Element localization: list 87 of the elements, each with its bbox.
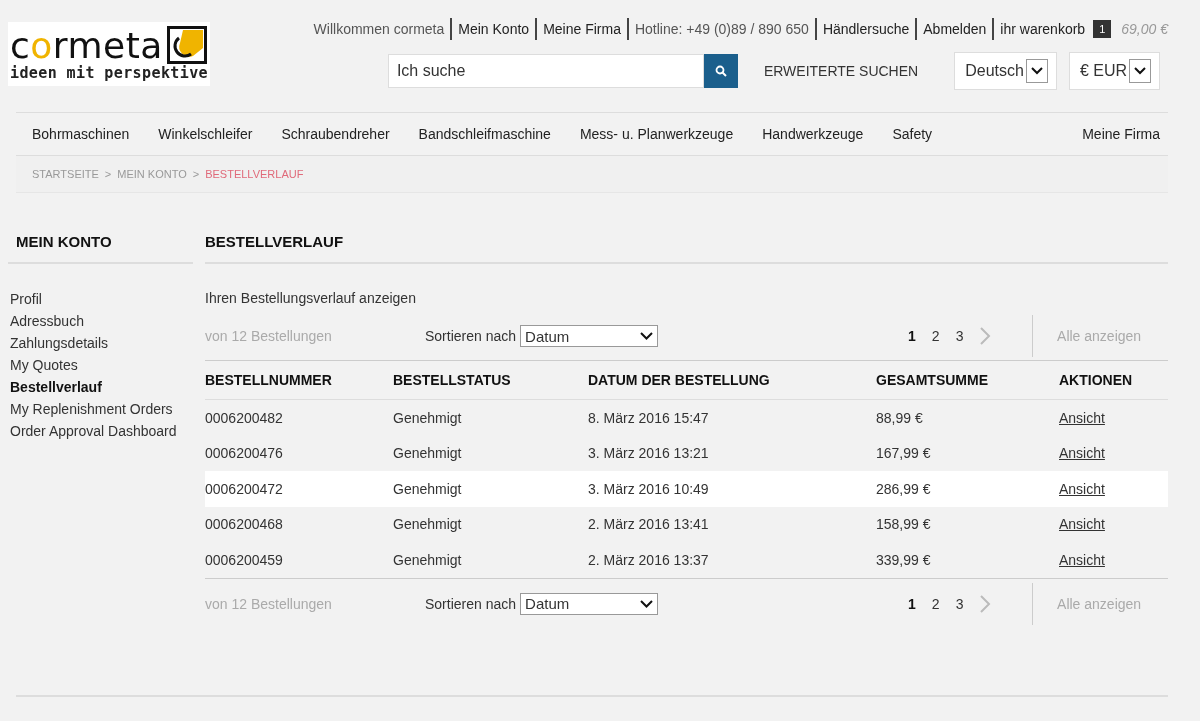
sidebar-item[interactable]: Order Approval Dashboard (10, 420, 193, 442)
table-cell-text: 0006200476 (205, 445, 284, 462)
sidebar-title: MEIN KONTO (8, 225, 193, 264)
category-nav-item[interactable]: Bohrmaschinen (32, 126, 130, 142)
sidebar-item[interactable]: My Quotes (10, 354, 193, 376)
page-link[interactable]: 1 (908, 595, 916, 612)
page-title: BESTELLVERLAUF (205, 225, 1168, 264)
page-link[interactable]: 3 (955, 595, 964, 612)
page-link[interactable]: 1 (908, 328, 916, 344)
chevron-down-icon (1030, 67, 1043, 75)
language-select[interactable]: Deutsch (954, 52, 1057, 90)
header-link[interactable]: Mein Konto (452, 18, 538, 40)
next-page-icon[interactable] (979, 593, 992, 614)
table-cell-text: 3. März 2016 10:49 (588, 480, 710, 497)
category-nav-item[interactable]: Winkelschleifer (158, 126, 253, 142)
header-link[interactable]: Händlersuche (816, 18, 918, 40)
category-nav-item[interactable]: Meine Firma (1082, 126, 1160, 142)
sort-label: Sortieren nach (425, 328, 517, 344)
sidebar-item[interactable]: My Replenishment Orders (10, 398, 193, 420)
category-nav-item[interactable]: Handwerkzeuge (762, 126, 864, 142)
column-header: AKTIONEN (1059, 372, 1134, 388)
table-cell-text: Genehmigt (393, 445, 463, 462)
table-cell-text: Genehmigt (393, 409, 463, 426)
column-header: DATUM DER BESTELLUNG (588, 372, 771, 388)
table-cell-text: 286,99 € (876, 480, 932, 497)
page-link[interactable]: 2 (931, 328, 940, 344)
advanced-search-link[interactable]: ERWEITERTE SUCHEN (763, 63, 919, 79)
category-nav-item[interactable]: Schraubendreher (281, 126, 390, 142)
sort-select[interactable]: Datum (520, 592, 659, 615)
table-cell-text: Genehmigt (393, 480, 463, 497)
logo-tagline: ideen mit perspektive (10, 64, 209, 82)
header-link[interactable]: Meine Firma (537, 18, 629, 40)
view-order-link[interactable]: Ansicht (1059, 409, 1105, 426)
sidebar-item[interactable]: Bestellverlauf (10, 376, 193, 398)
search-field[interactable]: Ich suche (387, 54, 704, 88)
page-link[interactable]: 3 (955, 328, 964, 344)
view-order-link[interactable]: Ansicht (1059, 551, 1105, 568)
category-nav-item[interactable]: Safety (892, 126, 933, 142)
search-icon (714, 65, 727, 77)
sidebar-item[interactable]: Adressbuch (10, 310, 193, 332)
header-link[interactable]: Abmelden (917, 18, 995, 40)
table-cell-text: 0006200468 (205, 516, 284, 533)
chevron-down-icon (640, 599, 654, 608)
sort-select[interactable]: Datum (520, 325, 659, 347)
table-cell-text: Genehmigt (393, 551, 463, 568)
table-cell-text: 339,99 € (876, 551, 932, 568)
column-header: BESTELLSTATUS (393, 372, 512, 388)
table-cell-text: 3. März 2016 13:21 (588, 445, 710, 462)
table-cell-text: 88,99 € (876, 409, 924, 426)
view-order-link[interactable]: Ansicht (1059, 445, 1105, 462)
cart-total: 69,00 € (1121, 21, 1168, 37)
table-cell-text: 2. März 2016 13:37 (588, 551, 710, 568)
intro-text: Ihren Bestellungsverlauf anzeigen (205, 290, 417, 306)
sort-label: Sortieren nach (425, 595, 517, 612)
next-page-icon[interactable] (979, 326, 992, 346)
page-link[interactable]: 2 (931, 595, 940, 612)
view-order-link[interactable]: Ansicht (1059, 516, 1105, 533)
column-header: BESTELLNUMMER (205, 372, 333, 388)
chevron-down-icon (640, 332, 654, 340)
table-cell-text: 158,99 € (876, 516, 932, 533)
category-nav-item[interactable]: Bandschleifmaschine (418, 126, 551, 142)
order-count: von 12 Bestellungen (205, 595, 333, 612)
column-header: GESAMTSUMME (876, 372, 989, 388)
table-cell-text: 167,99 € (876, 445, 932, 462)
header-link[interactable]: Hotline: +49 (0)89 / 890 650 (628, 18, 817, 40)
cart-count-badge: 1 (1093, 20, 1112, 38)
chevron-down-icon (1134, 67, 1146, 75)
logo-wordmark: cormeta (10, 28, 163, 64)
table-cell-text: 8. März 2016 15:47 (588, 409, 710, 426)
table-cell-text: 0006200459 (205, 551, 284, 568)
table-cell-text: Genehmigt (393, 516, 463, 533)
breadcrumb-separator: > (104, 168, 112, 180)
company-logo[interactable]: cormeta ideen mit perspektive (8, 22, 211, 86)
currency-select[interactable]: € EUR (1068, 52, 1160, 90)
sidebar-item[interactable]: Profil (10, 288, 193, 310)
table-cell-text: 0006200482 (205, 409, 284, 426)
cart-link[interactable]: ihr warenkorb (994, 18, 1092, 40)
header-link[interactable]: Willkommen cormeta (307, 18, 453, 40)
sidebar-item[interactable]: Zahlungsdetails (10, 332, 193, 354)
view-order-link[interactable]: Ansicht (1059, 480, 1105, 497)
category-nav-item[interactable]: Mess- u. Planwerkzeuge (579, 126, 734, 142)
logo-mark-icon (166, 26, 207, 64)
order-count: von 12 Bestellungen (205, 328, 333, 344)
table-cell-text: 2. März 2016 13:41 (588, 516, 710, 533)
breadcrumb-separator: > (192, 168, 200, 180)
search-button[interactable] (703, 54, 738, 88)
table-cell-text: 0006200472 (205, 480, 284, 497)
